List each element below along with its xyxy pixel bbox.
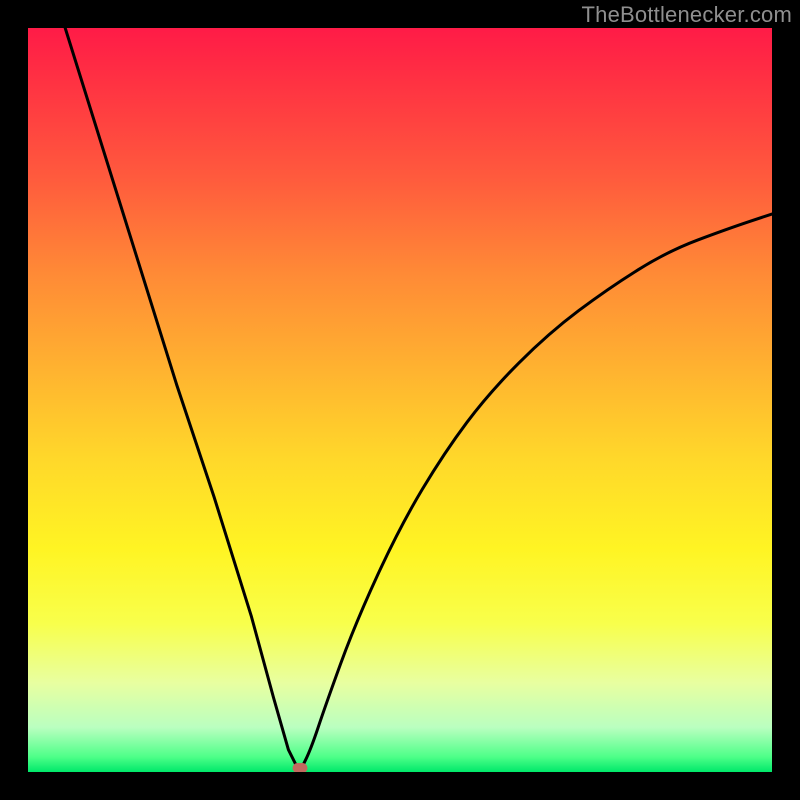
plot-area	[28, 28, 772, 772]
chart-frame: TheBottlenecker.com	[0, 0, 800, 800]
bottleneck-curve	[28, 28, 772, 772]
curve-path	[65, 28, 772, 772]
minimum-marker	[292, 763, 307, 772]
watermark-text: TheBottlenecker.com	[582, 2, 792, 28]
